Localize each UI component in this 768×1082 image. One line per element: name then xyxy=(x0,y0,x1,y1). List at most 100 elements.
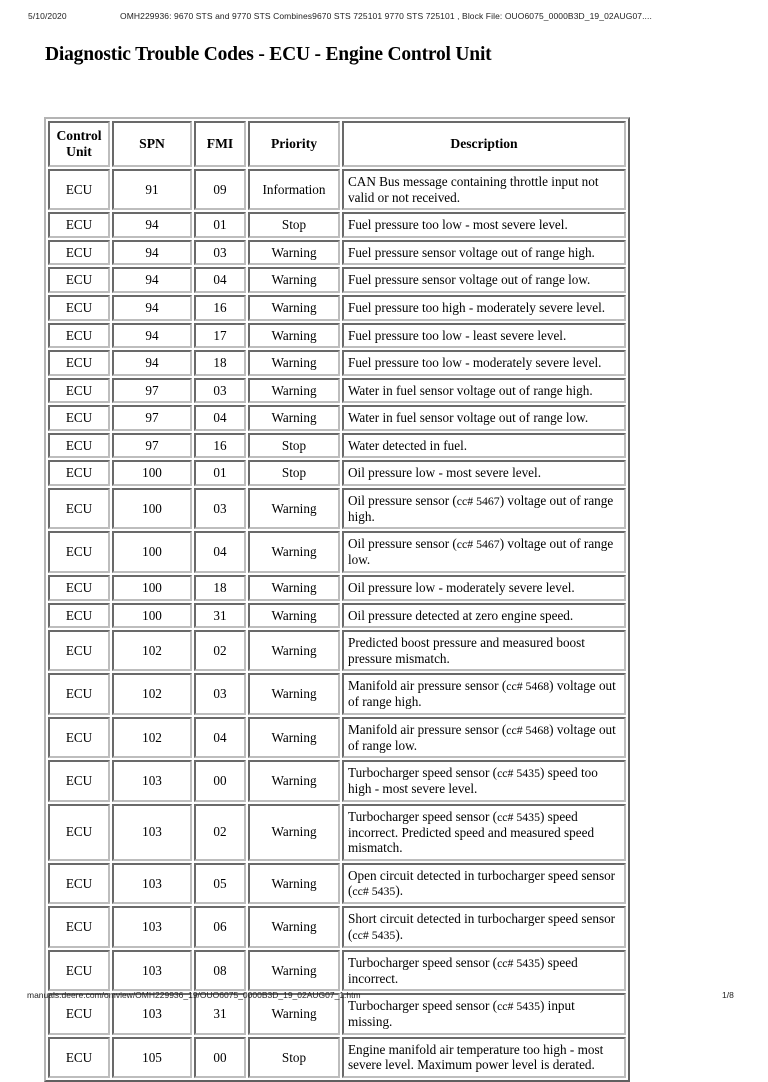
dtc-cell-control-unit: ECU xyxy=(48,673,110,715)
dtc-cell-fmi: 18 xyxy=(194,350,246,376)
dtc-cell-spn: 97 xyxy=(112,432,192,459)
dtc-cell-spn: 100 xyxy=(112,488,192,530)
dtc-cell-spn: 97 xyxy=(112,377,192,404)
print-footer-page-number: 1/8 xyxy=(722,990,734,1000)
column-header-fmi: FMI xyxy=(194,121,246,168)
dtc-cell-priority: Warning xyxy=(248,239,340,266)
dtc-cell-fmi: 03 xyxy=(194,488,246,530)
dtc-cell-control-unit: ECU xyxy=(48,760,110,802)
dtc-cell-control-unit: ECU xyxy=(48,949,110,992)
dtc-cell-fmi: 00 xyxy=(194,760,246,802)
dtc-cell-fmi: 01 xyxy=(194,460,246,486)
dtc-cell-control-unit: ECU xyxy=(48,377,110,404)
table-row: ECU 102 03 Warning Manifold air pressure sen… xyxy=(48,673,626,715)
dtc-cell-description: Fuel pressure sensor voltage out of rang… xyxy=(342,267,626,293)
table-row: ECU 100 04 Warning Oil pressure sensor (cc# … xyxy=(48,531,626,573)
dtc-cell-spn: 94 xyxy=(112,212,192,238)
dtc-cell-spn: 94 xyxy=(112,239,192,266)
print-header-document-title: OMH229936: 9670 STS and 9770 STS Combine… xyxy=(120,11,652,21)
dtc-cell-description: Fuel pressure too low - least severe lev… xyxy=(342,322,626,349)
table-body: ECU 91 09 Information CAN Bus message contai… xyxy=(48,169,626,1078)
dtc-cell-description: Water detected in fuel. xyxy=(342,432,626,459)
dtc-cell-description: Fuel pressure sensor voltage out of rang… xyxy=(342,239,626,266)
dtc-cell-fmi: 18 xyxy=(194,574,246,601)
table-row: ECU 97 03 Warning Water in fuel sensor volta… xyxy=(48,377,626,404)
dtc-cell-description: Engine manifold air temperature too high… xyxy=(342,1036,626,1078)
dtc-cell-priority: Warning xyxy=(248,716,340,759)
dtc-cell-priority: Information xyxy=(248,169,340,211)
dtc-cell-fmi: 04 xyxy=(194,405,246,431)
table-row: ECU 103 05 Warning Open circuit detected in … xyxy=(48,862,626,905)
table-row: ECU 100 31 Warning Oil pressure detected at … xyxy=(48,602,626,629)
table-row: ECU 102 02 Warning Predicted boost pressure … xyxy=(48,630,626,672)
dtc-cell-control-unit: ECU xyxy=(48,432,110,459)
dtc-cell-priority: Stop xyxy=(248,1036,340,1078)
dtc-cell-priority: Warning xyxy=(248,488,340,530)
dtc-cell-control-unit: ECU xyxy=(48,862,110,905)
dtc-cell-description: Open circuit detected in turbocharger sp… xyxy=(342,862,626,905)
dtc-cell-control-unit: ECU xyxy=(48,906,110,948)
dtc-cell-spn: 91 xyxy=(112,169,192,211)
dtc-cell-spn: 100 xyxy=(112,574,192,601)
cc-number: cc# 5435 xyxy=(497,766,540,781)
table-header: Control Unit SPN FMI Priority Descriptio… xyxy=(48,121,626,168)
cc-number: cc# 5467 xyxy=(456,537,500,552)
dtc-cell-priority: Warning xyxy=(248,862,340,905)
dtc-cell-priority: Warning xyxy=(248,574,340,601)
dtc-cell-fmi: 17 xyxy=(194,322,246,349)
dtc-cell-priority: Stop xyxy=(248,460,340,486)
dtc-cell-spn: 100 xyxy=(112,460,192,486)
dtc-cell-description: Oil pressure sensor (cc# 5467) voltage o… xyxy=(342,531,626,573)
table-row: ECU 97 16 Stop Water detected in fuel. xyxy=(48,432,626,459)
dtc-cell-fmi: 04 xyxy=(194,531,246,573)
dtc-cell-description: Fuel pressure too low - most severe leve… xyxy=(342,212,626,238)
dtc-cell-priority: Warning xyxy=(248,906,340,948)
dtc-cell-fmi: 00 xyxy=(194,1036,246,1078)
dtc-cell-priority: Warning xyxy=(248,377,340,404)
dtc-cell-control-unit: ECU xyxy=(48,322,110,349)
dtc-cell-description: Fuel pressure too high - moderately seve… xyxy=(342,294,626,321)
dtc-cell-description: Predicted boost pressure and measured bo… xyxy=(342,630,626,672)
cc-number: cc# 5435 xyxy=(497,809,540,824)
dtc-cell-priority: Warning xyxy=(248,405,340,431)
table-row: ECU 97 04 Warning Water in fuel sensor volta… xyxy=(48,405,626,431)
dtc-cell-description: Oil pressure detected at zero engine spe… xyxy=(342,602,626,629)
dtc-cell-description: Turbocharger speed sensor (cc# 5435) spe… xyxy=(342,803,626,861)
dtc-cell-control-unit: ECU xyxy=(48,1036,110,1078)
table-row: ECU 100 01 Stop Oil pressure low - most seve… xyxy=(48,460,626,486)
dtc-cell-spn: 102 xyxy=(112,673,192,715)
dtc-cell-priority: Warning xyxy=(248,267,340,293)
dtc-cell-control-unit: ECU xyxy=(48,488,110,530)
dtc-cell-control-unit: ECU xyxy=(48,630,110,672)
table-row: ECU 105 00 Stop Engine manifold air temperat… xyxy=(48,1036,626,1078)
page-title: Diagnostic Trouble Codes - ECU - Engine … xyxy=(45,44,492,65)
dtc-cell-priority: Warning xyxy=(248,760,340,802)
dtc-cell-spn: 103 xyxy=(112,949,192,992)
column-header-description: Description xyxy=(342,121,626,168)
table-header-row: Control Unit SPN FMI Priority Descriptio… xyxy=(48,121,626,168)
table-row: ECU 94 17 Warning Fuel pressure too low - le… xyxy=(48,322,626,349)
cc-number: cc# 5467 xyxy=(456,494,500,508)
table-row: ECU 94 18 Warning Fuel pressure too low - mo… xyxy=(48,350,626,376)
cc-number: cc# 5435 xyxy=(352,884,396,899)
dtc-cell-spn: 94 xyxy=(112,322,192,349)
dtc-cell-fmi: 08 xyxy=(194,949,246,992)
dtc-cell-spn: 105 xyxy=(112,1036,192,1078)
dtc-cell-description: Turbocharger speed sensor (cc# 5435) spe… xyxy=(342,949,626,992)
dtc-table-container: Control Unit SPN FMI Priority Descriptio… xyxy=(44,117,630,1082)
dtc-cell-spn: 103 xyxy=(112,906,192,948)
dtc-cell-description: Manifold air pressure sensor (cc# 5468) … xyxy=(342,716,626,759)
table-row: ECU 103 06 Warning Short circuit detected in… xyxy=(48,906,626,948)
dtc-cell-description: Oil pressure low - moderately severe lev… xyxy=(342,574,626,601)
dtc-cell-description: CAN Bus message containing throttle inpu… xyxy=(342,169,626,211)
column-header-spn: SPN xyxy=(112,121,192,168)
dtc-cell-fmi: 16 xyxy=(194,294,246,321)
dtc-cell-control-unit: ECU xyxy=(48,294,110,321)
table-row: ECU 94 03 Warning Fuel pressure sensor volta… xyxy=(48,239,626,266)
dtc-cell-priority: Warning xyxy=(248,949,340,992)
table-row: ECU 100 18 Warning Oil pressure low - modera… xyxy=(48,574,626,601)
dtc-cell-description: Turbocharger speed sensor (cc# 5435) spe… xyxy=(342,760,626,802)
dtc-cell-description: Short circuit detected in turbocharger s… xyxy=(342,906,626,948)
dtc-cell-priority: Stop xyxy=(248,432,340,459)
dtc-cell-priority: Warning xyxy=(248,294,340,321)
